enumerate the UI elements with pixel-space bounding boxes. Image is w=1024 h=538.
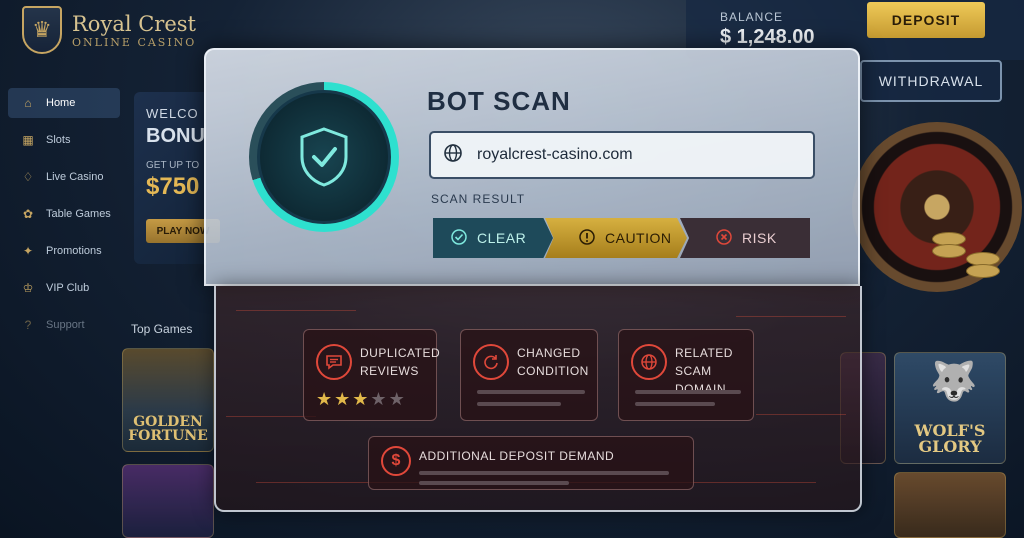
finding-label: CONDITION [517,364,589,378]
sidebar-item-vip-club[interactable]: ♔ VIP Club [8,273,120,303]
home-icon: ⌂ [24,96,32,110]
placeholder-line [477,390,585,394]
finding-label: RELATED [675,346,733,360]
star-icon: ★ [316,389,333,409]
star-icon: ★ [334,389,351,409]
game-card-golden-fortune[interactable]: GOLDEN FORTUNE [122,348,214,452]
placeholder-line [477,402,561,406]
result-segment-clear[interactable]: CLEAR [433,218,553,258]
placeholder-line [635,390,741,394]
withdrawal-button[interactable]: WITHDRAWAL [860,60,1002,102]
star-icon: ★ [352,389,369,409]
circuit-trace [236,310,356,311]
sidebar-item-label: Live Casino [46,171,104,183]
circuit-trace [756,414,846,415]
chat-bubble-icon [316,344,352,380]
game-card[interactable] [122,464,214,538]
placeholder-line [419,481,569,485]
chip-stack-icon [932,244,966,258]
sidebar-item-live-casino[interactable]: ♢ Live Casino [8,162,120,192]
placeholder-line [635,402,715,406]
finding-label: REVIEWS [360,364,419,378]
finding-label: CHANGED [517,346,581,360]
sidebar-item-label: Support [46,319,85,331]
check-circle-icon [451,228,467,248]
scanned-url-field[interactable]: royalcrest-casino.com [429,131,815,179]
sidebar-item-promotions[interactable]: ✦ Promotions [8,236,120,266]
scan-result-label: SCAN RESULT [431,192,526,206]
sidebar-item-slots[interactable]: ▦ Slots [8,125,120,155]
star-icon: ★ [370,389,387,409]
segment-label: CLEAR [477,230,527,246]
deposit-button[interactable]: DEPOSIT [867,2,985,38]
scan-progress-ring [249,82,399,232]
finding-additional-deposit-demand[interactable]: $ ADDITIONAL DEPOSIT DEMAND [368,436,694,490]
globe-icon [443,143,463,168]
game-title: GOLDEN FORTUNE [128,414,208,444]
brand-name: Royal Crest [72,11,196,36]
scanned-url: royalcrest-casino.com [477,146,633,163]
game-title: WOLF'S GLORY [914,421,986,456]
refresh-icon [473,344,509,380]
result-segment-risk[interactable]: RISK [680,218,810,258]
scan-title: BOT SCAN [427,86,571,116]
placeholder-line [419,471,669,475]
promotions-icon: ✦ [22,244,34,258]
review-rating: ★ ★ ★ ★ ★ [316,389,405,410]
brand-tagline: ONLINE CASINO [72,35,197,49]
sidebar-item-label: Table Games [46,208,111,220]
sidebar-item-label: Home [46,97,76,109]
warning-circle-icon [579,228,595,248]
sidebar-item-support[interactable]: ? Support [8,310,120,340]
wolf-icon: 🐺 [930,361,978,403]
finding-label: DUPLICATED [360,346,441,360]
game-card[interactable] [894,472,1006,538]
support-icon: ? [24,318,32,332]
finding-related-scam-domain[interactable]: RELATED SCAM DOMAIN [618,329,754,421]
dollar-icon: $ [381,446,411,476]
x-circle-icon [716,228,732,248]
top-games-heading: Top Games [131,322,193,336]
balance-value: $ 1,248.00 [720,26,815,48]
sidebar-item-home[interactable]: ⌂ Home [8,88,120,118]
crest-icon: ♛ [22,6,62,54]
brand-logo[interactable]: ♛ Royal Crest ONLINE CASINO [22,6,196,54]
segment-label: RISK [742,230,777,246]
circuit-trace [736,316,846,317]
vip-icon: ♔ [22,281,34,295]
sidebar-item-table-games[interactable]: ✿ Table Games [8,199,120,229]
table-games-icon: ✿ [22,207,34,221]
segment-label: CAUTION [605,230,672,246]
slots-icon: ▦ [22,133,34,147]
finding-label: ADDITIONAL DEPOSIT DEMAND [419,449,615,463]
sidebar-item-label: Promotions [46,245,102,257]
balance-label: BALANCE [720,10,784,24]
shield-check-icon [257,90,391,224]
sidebar-item-label: Slots [46,134,71,146]
star-icon: ★ [388,389,405,409]
chip-stack-icon [966,264,1000,278]
sidebar: ⌂ Home ▦ Slots ♢ Live Casino ✿ Table Gam… [8,88,120,347]
sidebar-item-label: VIP Club [46,282,90,294]
finding-changed-condition[interactable]: CHANGED CONDITION [460,329,598,421]
globe-icon [631,344,667,380]
result-segment-caution[interactable]: CAUTION [545,218,687,258]
live-casino-icon: ♢ [22,170,34,184]
